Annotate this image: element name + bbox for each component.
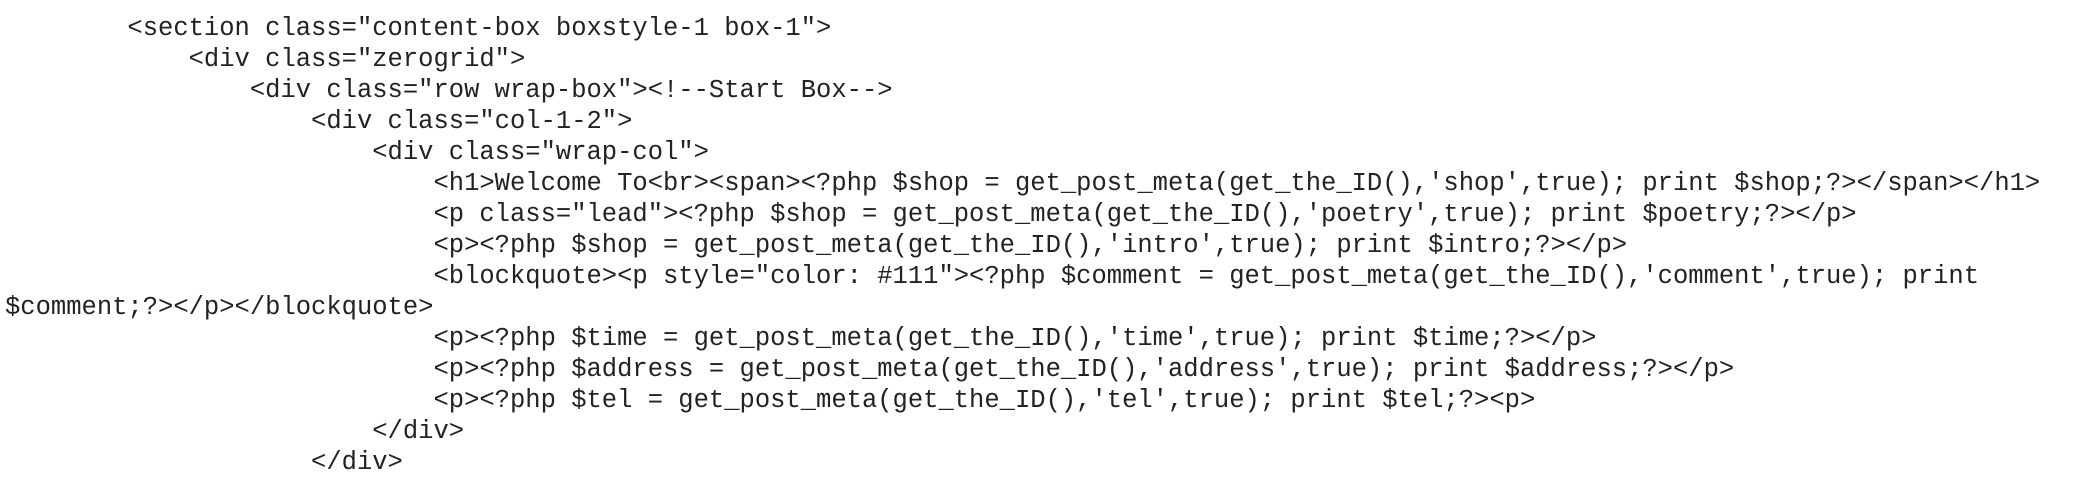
code-line: </div> [5, 417, 465, 446]
code-block: <section class="content-box boxstyle-1 b… [5, 13, 2040, 478]
code-line: <p><?php $shop = get_post_meta(get_the_I… [5, 231, 1628, 260]
code-line: <div class="wrap-col"> [5, 138, 709, 167]
code-line: <p class="lead"><?php $shop = get_post_m… [5, 200, 1857, 229]
code-viewer: <section class="content-box boxstyle-1 b… [0, 0, 2076, 498]
code-line: </div> [5, 448, 403, 477]
code-line: <div class="col-1-2"> [5, 107, 633, 136]
code-line: <blockquote><p style="color: #111"><?php… [5, 262, 1980, 291]
code-line: <h1>Welcome To<br><span><?php $shop = ge… [5, 169, 2041, 198]
code-line: <p><?php $address = get_post_meta(get_th… [5, 355, 1735, 384]
code-line: <p><?php $time = get_post_meta(get_the_I… [5, 324, 1597, 353]
code-line: <div class="zerogrid"> [5, 45, 526, 74]
code-line: <div class="row wrap-box"><!--Start Box-… [5, 76, 893, 105]
code-line: $comment;?></p></blockquote> [5, 293, 434, 322]
code-line: <section class="content-box boxstyle-1 b… [5, 14, 832, 43]
code-line: <p><?php $tel = get_post_meta(get_the_ID… [5, 386, 1536, 415]
